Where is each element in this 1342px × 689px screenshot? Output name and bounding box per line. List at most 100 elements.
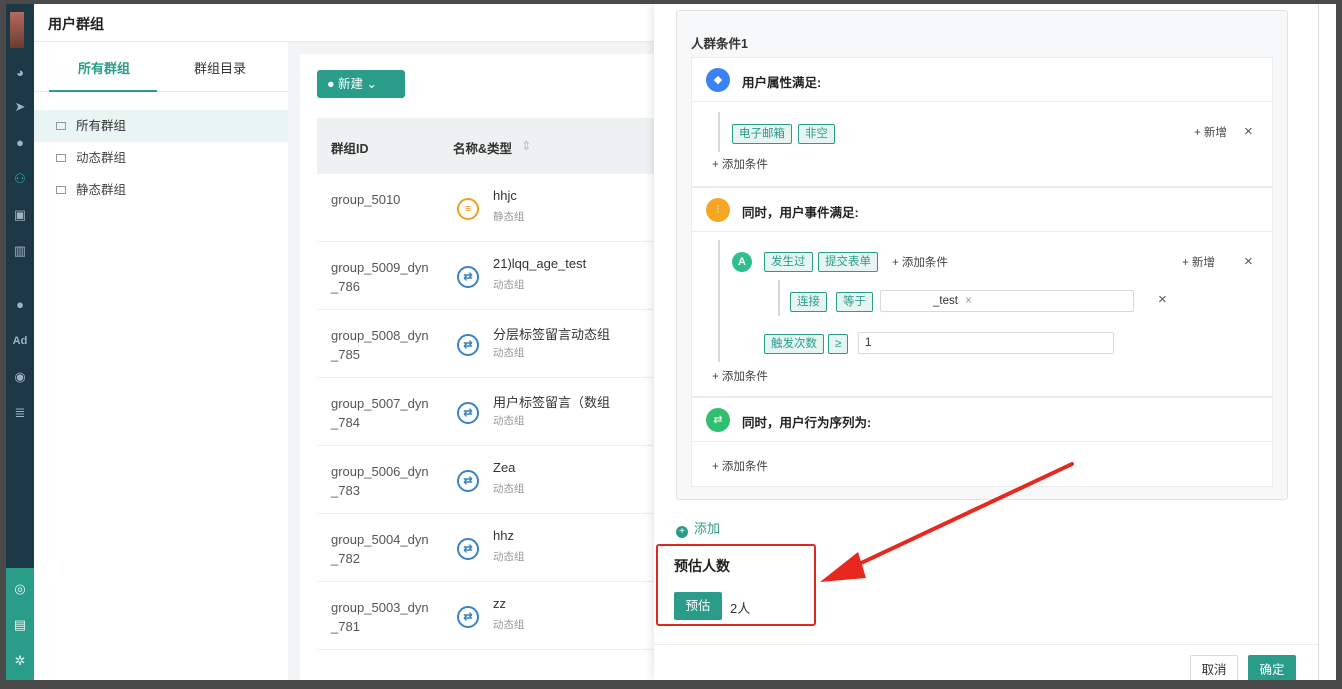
cancel-button[interactable]: 取消	[1190, 655, 1238, 680]
table-row[interactable]: group_5004_dyn_782 ⇄ hhz 动态组	[317, 514, 660, 582]
dynamic-group-icon: ⇄	[457, 606, 479, 628]
tag-equals[interactable]: 等于	[836, 292, 873, 312]
group-id[interactable]: group_5004_dyn_782	[331, 530, 431, 568]
page-title: 用户群组	[48, 16, 104, 32]
value-chip-text: _test	[933, 295, 958, 307]
add-condition-button[interactable]: + 添加条件	[712, 458, 768, 474]
add-condition-button[interactable]: + 添加条件	[712, 156, 768, 172]
active-tab-indicator	[49, 90, 157, 92]
target-icon[interactable]: ◉	[6, 366, 34, 388]
column-header-name[interactable]: 名称&类型	[453, 138, 512, 157]
new-group-button[interactable]: ● 新建 ⌄	[317, 70, 405, 98]
table-header: 群组ID 名称&类型 ⇕	[317, 118, 660, 174]
close-icon[interactable]: ×	[1158, 292, 1167, 307]
ad-icon[interactable]: Ad	[6, 330, 34, 352]
attribute-section-header: ◆ 用户属性满足:	[692, 58, 1272, 102]
card-title: 人群条件1	[691, 37, 748, 51]
sequence-section-title: 同时，用户行为序列为:	[742, 416, 872, 430]
app-window: ◕ ➤ ● ⚇ ▣ ▥ ● Ad ◉ ≣ ◎ ▤ ✲ 用户群组 所有群组 群组目…	[6, 4, 1336, 680]
user-attribute-icon: ◆	[706, 68, 730, 92]
group-id[interactable]: group_5006_dyn_783	[331, 462, 431, 500]
add-new-button[interactable]: + 新增	[1194, 124, 1227, 140]
dashboard-icon[interactable]: ◕	[6, 62, 34, 84]
plus-circle-icon: ●	[327, 77, 335, 91]
estimate-button[interactable]: 预估	[674, 592, 722, 620]
tag-event[interactable]: 提交表单	[818, 252, 878, 272]
filter-line	[778, 280, 780, 316]
group-id[interactable]: group_5003_dyn_781	[331, 598, 431, 636]
users-icon[interactable]: ⚇	[6, 168, 34, 190]
table-row[interactable]: group_5003_dyn_781 ⇄ zz 动态组	[317, 582, 660, 650]
tag-attribute[interactable]: 电子邮箱	[732, 124, 792, 144]
settings-icon[interactable]: ✲	[6, 650, 34, 672]
table-row[interactable]: group_5008_dyn_785 ⇄ 分层标签留言动态组 动态组	[317, 310, 660, 378]
add-filter-button[interactable]: + 添加条件	[892, 254, 948, 270]
group-type: 动态组	[493, 619, 525, 631]
tag-gte[interactable]: ≥	[828, 334, 849, 354]
scrollbar[interactable]	[1318, 4, 1336, 680]
chart-icon[interactable]: ▥	[6, 240, 34, 262]
rail-bottom-group: ◎ ▤ ✲	[6, 568, 34, 680]
tag-operator[interactable]: 非空	[798, 124, 835, 144]
folder-icon	[56, 122, 66, 130]
tree-item-all[interactable]: 所有群组	[34, 110, 288, 142]
list-icon[interactable]: ≣	[6, 402, 34, 424]
group-name[interactable]: 分层标签留言动态组	[493, 324, 610, 343]
group-name[interactable]: hhjc	[493, 188, 517, 203]
group-id[interactable]: group_5008_dyn_785	[331, 326, 431, 364]
table-row[interactable]: group_5006_dyn_783 ⇄ Zea 动态组	[317, 446, 660, 514]
table-row[interactable]: group_5009_dyn_786 ⇄ 21)lqq_age_test 动态组	[317, 242, 660, 310]
group-name[interactable]: 21)lqq_age_test	[493, 256, 586, 271]
sort-icon[interactable]: ⇕	[521, 138, 531, 153]
group-name[interactable]: 用户标签留言（数组	[493, 392, 610, 411]
tag-trigger-count[interactable]: 触发次数	[764, 334, 824, 354]
group-list-panel: ● 新建 ⌄ 群组ID 名称&类型 ⇕ group_5010 ≡ hhjc 静态组 gr…	[300, 54, 660, 680]
group-tree-panel: 所有群组 群组目录 所有群组 动态群组 静态群组	[34, 42, 288, 680]
add-new-button[interactable]: + 新增	[1182, 254, 1215, 270]
tree-item-dynamic[interactable]: 动态群组	[34, 142, 288, 174]
close-icon[interactable]: ×	[1244, 254, 1253, 269]
close-icon[interactable]: ×	[1244, 124, 1253, 139]
tag-property[interactable]: 连接	[790, 292, 827, 312]
storage-icon[interactable]: ▤	[6, 614, 34, 636]
tag-occurred[interactable]: 发生过	[764, 252, 813, 272]
estimate-title: 预估人数	[674, 558, 730, 574]
group-name[interactable]: hhz	[493, 528, 514, 543]
group-name[interactable]: Zea	[493, 460, 515, 475]
dynamic-group-icon: ⇄	[457, 538, 479, 560]
bookmark-icon[interactable]: ▣	[6, 204, 34, 226]
chip-close-icon[interactable]: ×	[965, 295, 972, 307]
table-row[interactable]: group_5010 ≡ hhjc 静态组	[317, 174, 660, 242]
group-type: 动态组	[493, 415, 525, 427]
tab-all-groups[interactable]: 所有群组	[78, 58, 130, 77]
column-header-id: 群组ID	[331, 142, 369, 156]
group-id[interactable]: group_5010	[331, 190, 431, 209]
tree-item-static[interactable]: 静态群组	[34, 174, 288, 206]
group-type: 动态组	[493, 551, 525, 563]
event-icon: ⫶	[706, 198, 730, 222]
user-icon[interactable]: ●	[6, 132, 34, 154]
tab-group-directory[interactable]: 群组目录	[194, 58, 246, 77]
add-group-condition-button[interactable]: + 添加	[676, 518, 720, 538]
count-input[interactable]: 1	[858, 332, 1114, 354]
send-icon[interactable]: ➤	[6, 96, 34, 118]
tree-tabs: 所有群组 群组目录	[34, 42, 288, 92]
add-label: 添加	[694, 521, 721, 536]
condition-card: 人群条件1 ◆ 用户属性满足: 电子邮箱 非空 + 新增 × + 添加条件 ⫶ …	[676, 10, 1288, 500]
left-rail: ◕ ➤ ● ⚇ ▣ ▥ ● Ad ◉ ≣ ◎ ▤ ✲	[6, 4, 34, 680]
confirm-button[interactable]: 确定	[1248, 655, 1296, 680]
add-condition-button[interactable]: + 添加条件	[712, 368, 768, 384]
tree-item-label: 所有群组	[76, 119, 127, 133]
dynamic-group-icon: ⇄	[457, 402, 479, 424]
sequence-icon: ⇄	[706, 408, 730, 432]
wechat-icon[interactable]: ●	[6, 294, 34, 316]
group-id[interactable]: group_5007_dyn_784	[331, 394, 431, 432]
dynamic-group-icon: ⇄	[457, 266, 479, 288]
filter-value-field[interactable]: _test ×	[880, 290, 1134, 312]
group-id[interactable]: group_5009_dyn_786	[331, 258, 431, 296]
static-group-icon: ≡	[457, 198, 479, 220]
table-row[interactable]: group_5007_dyn_784 ⇄ 用户标签留言（数组动态组	[317, 378, 660, 446]
folder-icon	[56, 186, 66, 194]
group-name[interactable]: zz	[493, 596, 506, 611]
monitor-icon[interactable]: ◎	[6, 578, 34, 600]
